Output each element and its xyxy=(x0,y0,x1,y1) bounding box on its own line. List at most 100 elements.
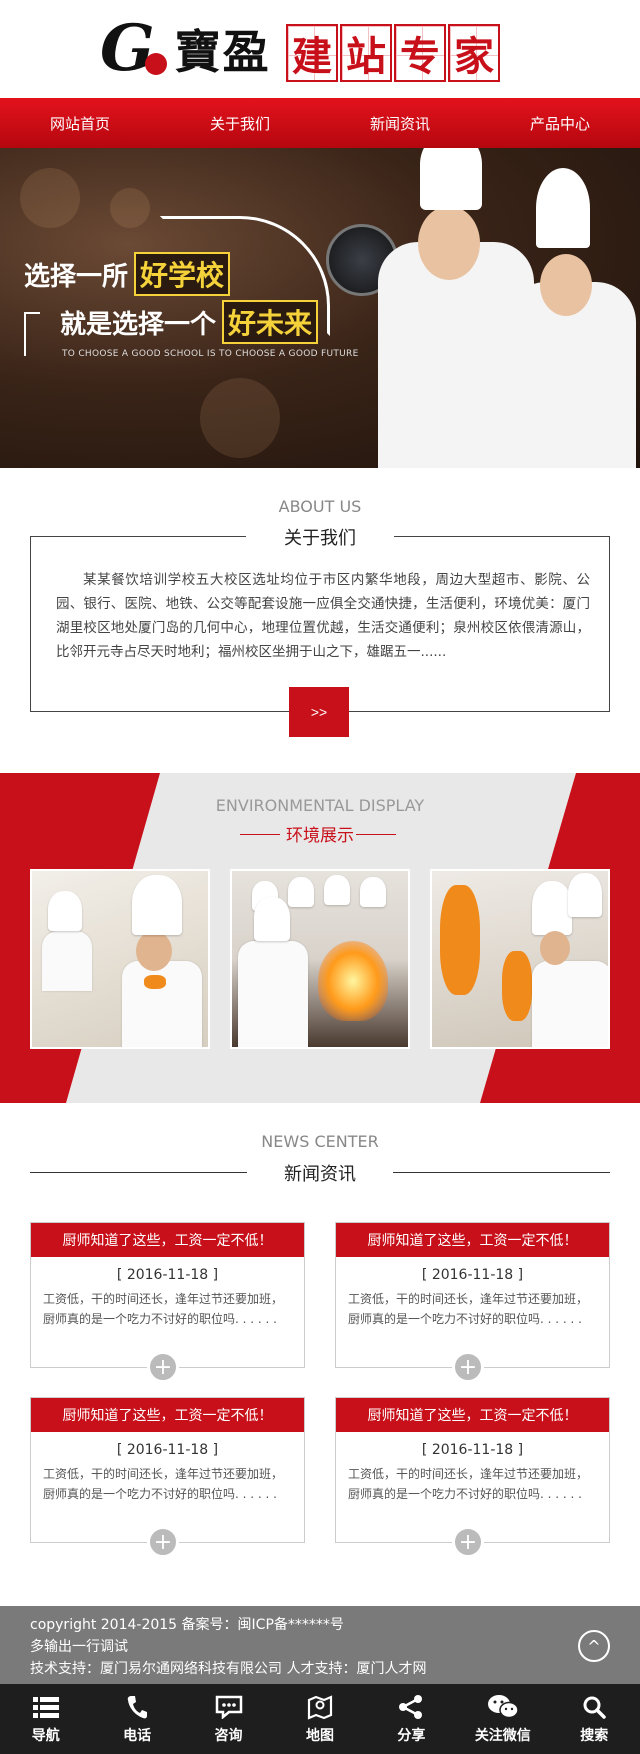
flame-icon xyxy=(318,941,388,1021)
footer-support: 技术支持：厦门易尔通网络科技有限公司 人才支持：厦门人才网 xyxy=(30,1661,427,1677)
banner-headline-2: 就是选择一个 好未来 xyxy=(60,300,319,344)
slogan-char: 建 xyxy=(286,24,338,82)
bar-item-consult[interactable]: 咨询 xyxy=(183,1684,274,1754)
logo-letter: G xyxy=(100,11,155,86)
chat-icon xyxy=(215,1693,243,1721)
divider xyxy=(393,1172,610,1173)
bokeh-light xyxy=(20,168,80,228)
bar-label: 搜索 xyxy=(580,1728,609,1744)
news-card[interactable]: 厨师知道了这些，工资一定不低！ [ 2016-11-18 ] 工资低，干的时间还… xyxy=(30,1397,305,1558)
about-title-en: ABOUT US xyxy=(278,497,362,516)
nav-item-products[interactable]: 产品中心 xyxy=(480,98,640,148)
chevron-up-icon: ^ xyxy=(587,1636,601,1656)
chef-jacket xyxy=(122,961,202,1047)
news-card-summary: 工资低，干的时间还长，逢年过节还要加班，厨师真的是一个吃力不讨好的职位吗. . … xyxy=(348,1292,589,1326)
search-icon xyxy=(582,1693,606,1721)
wechat-icon xyxy=(487,1693,519,1721)
env-photo-cooking[interactable] xyxy=(30,869,210,1049)
news-card-summary: 工资低，干的时间还长，逢年过节还要加班，厨师真的是一个吃力不讨好的职位吗. . … xyxy=(43,1467,284,1501)
news-title-en: NEWS CENTER xyxy=(261,1132,379,1151)
plus-icon[interactable]: + xyxy=(147,1351,179,1383)
bar-item-nav[interactable]: 导航 xyxy=(0,1684,91,1754)
logo-text: 寶盈 xyxy=(174,25,271,79)
banner-bracket xyxy=(24,312,40,356)
bokeh-light xyxy=(200,378,280,458)
bar-item-search[interactable]: 搜索 xyxy=(549,1684,640,1754)
chef-jacket xyxy=(238,941,308,1047)
bar-item-map[interactable]: 地图 xyxy=(274,1684,365,1754)
chef-hat-icon xyxy=(536,168,590,248)
footer-copyright: copyright 2014-2015 备案号：闽ICP备******号 xyxy=(30,1617,344,1633)
food-sculpture xyxy=(440,885,480,995)
bokeh-light xyxy=(110,188,150,228)
hero-banner[interactable]: 选择一所 好学校 就是选择一个 好未来 TO CHOOSE A GOOD SCH… xyxy=(0,148,640,468)
chef-hat-icon xyxy=(288,877,314,907)
plus-icon[interactable]: + xyxy=(147,1526,179,1558)
title-dash xyxy=(356,834,396,835)
chef-face xyxy=(540,931,570,965)
banner-headline-1: 选择一所 好学校 xyxy=(24,252,231,296)
chef-hat-icon xyxy=(360,877,386,907)
news-card[interactable]: 厨师知道了这些，工资一定不低！ [ 2016-11-18 ] 工资低，干的时间还… xyxy=(335,1222,610,1383)
back-to-top-button[interactable]: ^ xyxy=(578,1630,610,1662)
news-card-title[interactable]: 厨师知道了这些，工资一定不低！ xyxy=(31,1223,304,1257)
bar-item-phone[interactable]: 电话 xyxy=(91,1684,182,1754)
news-card-title[interactable]: 厨师知道了这些，工资一定不低！ xyxy=(336,1223,609,1257)
logo-seal-icon xyxy=(144,53,167,75)
news-card[interactable]: 厨师知道了这些，工资一定不低！ [ 2016-11-18 ] 工资低，干的时间还… xyxy=(30,1222,305,1383)
chef-hat-icon xyxy=(254,897,290,941)
chef-hat-icon xyxy=(132,875,182,935)
news-card-date: [ 2016-11-18 ] xyxy=(116,1267,219,1283)
slogan: 建 站 专 家 xyxy=(286,24,502,82)
chef-jacket xyxy=(532,961,608,1047)
news-card-summary: 工资低，干的时间还长，逢年过节还要加班，厨师真的是一个吃力不讨好的职位吗. . … xyxy=(348,1467,589,1501)
chef-hat-icon xyxy=(568,873,602,917)
bar-label: 电话 xyxy=(123,1728,152,1744)
news-card-title[interactable]: 厨师知道了这些，工资一定不低！ xyxy=(31,1398,304,1432)
plus-icon[interactable]: + xyxy=(452,1526,484,1558)
chef-hat-icon xyxy=(532,881,572,935)
bottom-toolbar: 导航 电话 咨询 地图 分享 关注微信 搜索 xyxy=(0,1684,640,1754)
nav-item-home[interactable]: 网站首页 xyxy=(0,98,160,148)
chef-face xyxy=(136,931,172,971)
bar-label: 关注微信 xyxy=(474,1728,531,1744)
news-card-date: [ 2016-11-18 ] xyxy=(421,1442,524,1458)
banner-highlight: 好学校 xyxy=(134,252,231,296)
bar-item-wechat[interactable]: 关注微信 xyxy=(457,1684,548,1754)
news-card-title[interactable]: 厨师知道了这些，工资一定不低！ xyxy=(336,1398,609,1432)
chef-hat-icon xyxy=(324,875,350,905)
env-photo-sculpture[interactable] xyxy=(430,869,610,1049)
phone-icon xyxy=(126,1693,148,1721)
slogan-char: 站 xyxy=(340,24,392,82)
scarf xyxy=(144,975,166,989)
banner-highlight: 好未来 xyxy=(222,300,319,344)
env-title: 环境展示 xyxy=(286,826,354,846)
chef-face xyxy=(418,206,480,280)
about-more-button[interactable]: >> xyxy=(289,687,349,737)
bar-item-share[interactable]: 分享 xyxy=(366,1684,457,1754)
nav-item-news[interactable]: 新闻资讯 xyxy=(320,98,480,148)
env-title-en: ENVIRONMENTAL DISPLAY xyxy=(215,796,425,815)
slogan-char: 家 xyxy=(448,24,500,82)
env-photo-flambe[interactable] xyxy=(230,869,410,1049)
slogan-char: 专 xyxy=(394,24,446,82)
bar-label: 导航 xyxy=(31,1728,60,1744)
site-footer: copyright 2014-2015 备案号：闽ICP备******号 多输出… xyxy=(0,1606,640,1684)
news-card[interactable]: 厨师知道了这些，工资一定不低！ [ 2016-11-18 ] 工资低，干的时间还… xyxy=(335,1397,610,1558)
chef-hat-icon xyxy=(420,148,482,210)
map-icon xyxy=(307,1693,333,1721)
share-icon xyxy=(398,1693,424,1721)
nav-item-about[interactable]: 关于我们 xyxy=(160,98,320,148)
plus-icon[interactable]: + xyxy=(452,1351,484,1383)
banner-subtitle: TO CHOOSE A GOOD SCHOOL IS TO CHOOSE A G… xyxy=(62,349,359,359)
banner-text: 就是选择一个 xyxy=(60,309,217,340)
site-header: G 寶盈 建 站 专 家 xyxy=(0,0,640,98)
news-card-date: [ 2016-11-18 ] xyxy=(116,1442,219,1458)
site-logo[interactable]: G 寶盈 xyxy=(100,14,271,84)
footer-debug: 多输出一行调试 xyxy=(30,1639,128,1655)
bar-label: 分享 xyxy=(397,1728,426,1744)
environment-section: ENVIRONMENTAL DISPLAY 环境展示 xyxy=(0,773,640,1103)
news-card-summary: 工资低，干的时间还长，逢年过节还要加班，厨师真的是一个吃力不讨好的职位吗. . … xyxy=(43,1292,284,1326)
food-sculpture xyxy=(502,951,532,1021)
news-title: 新闻资讯 xyxy=(284,1164,356,1185)
